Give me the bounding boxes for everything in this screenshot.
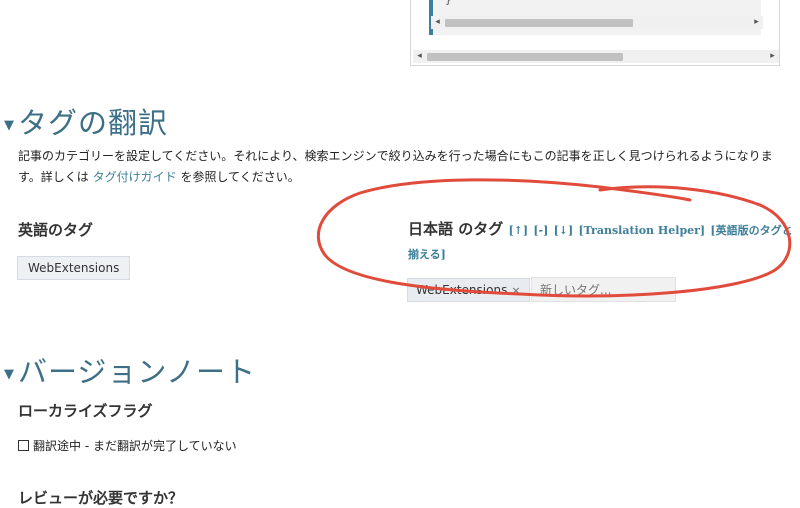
collapse-triangle-icon[interactable]: ▼ [4,118,15,133]
localization-flag-heading: ローカライズフラグ [18,402,153,420]
japanese-tags-heading: 日本語 のタグ [↑] [-] [↓] [Translation Helper]… [408,218,793,266]
code-text: } [445,0,452,6]
move-down-link[interactable]: [↓] [554,224,574,237]
english-tags-heading: 英語のタグ [18,221,94,239]
description-text-end: を参照してください。 [176,170,300,184]
remove-link[interactable]: [-] [533,224,548,237]
english-tag: WebExtensions [17,256,131,280]
japanese-tags-heading-label: 日本語 のタグ [408,220,504,238]
translation-helper-link[interactable]: [Translation Helper] [578,224,705,237]
scroll-left-arrow-icon[interactable]: ◂ [431,16,444,29]
scroll-right-arrow-icon[interactable]: ▸ [750,16,763,29]
version-notes-title: バージョンノート [18,355,256,389]
japanese-tag: WebExtensions × [407,278,530,302]
checkbox-icon[interactable] [18,440,29,451]
move-up-link[interactable]: [↑] [508,224,528,237]
tags-section-title: タグの翻訳 [18,106,169,140]
tagging-guide-link[interactable]: タグ付けガイド [93,170,177,184]
translation-in-progress-checkbox-row[interactable]: 翻訳途中 - まだ翻訳が完了していない [18,437,237,454]
tags-section-heading[interactable]: ▼ タグの翻訳 [4,100,168,142]
checkbox-label: 翻訳途中 - まだ翻訳が完了していない [33,439,237,453]
tags-description: 記事のカテゴリーを設定してください。それにより、検索エンジンで絞り込みを行った場… [18,146,788,188]
japanese-tag-label: WebExtensions [416,283,508,297]
code-example-box: } ◂ ▸ ◂ ▸ [410,0,780,66]
collapse-triangle-icon[interactable]: ▼ [4,367,15,382]
scroll-left-arrow-icon[interactable]: ◂ [413,50,426,63]
version-notes-section-heading[interactable]: ▼ バージョンノート [4,349,256,391]
scrollbar-thumb[interactable] [427,53,623,61]
review-needed-heading: レビューが必要ですか？ [18,489,184,507]
scrollbar-thumb[interactable] [445,19,633,27]
code-horizontal-scrollbar[interactable]: ◂ ▸ [431,16,763,29]
remove-tag-icon[interactable]: × [511,284,520,297]
scroll-right-arrow-icon[interactable]: ▸ [766,50,779,63]
box-horizontal-scrollbar[interactable]: ◂ ▸ [413,50,779,63]
code-block: } ◂ ▸ [429,0,763,35]
new-tag-input[interactable] [531,277,676,302]
